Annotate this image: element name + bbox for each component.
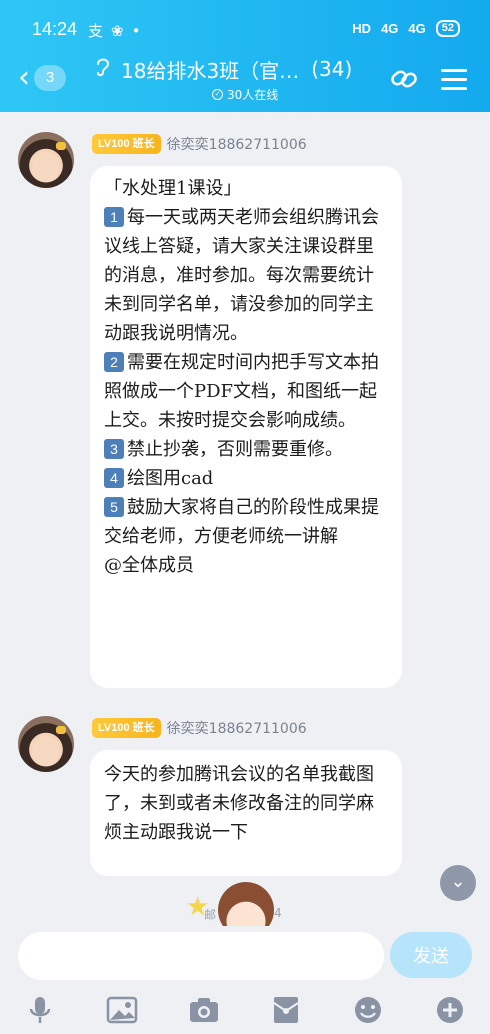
alipay-icon: 支 <box>88 22 104 40</box>
online-check-icon: ✓ <box>212 89 223 100</box>
online-text: 30人在线 <box>227 88 279 102</box>
paragraph-text: 禁止抄袭，否则需要重修。 <box>127 439 343 460</box>
microphone-icon <box>29 997 51 1023</box>
chat-title-row[interactable]: 18给排水3班（官… (34) <box>95 56 353 83</box>
mention-all[interactable]: @全体成员 <box>104 551 390 580</box>
message-bubble[interactable]: 今天的参加腾讯会议的名单我截图了，未到或者未修改备注的同学麻烦主动跟我说一下 <box>90 750 402 876</box>
image-icon <box>106 996 138 1024</box>
plus-icon <box>437 997 463 1023</box>
input-toolbar <box>0 986 490 1034</box>
notification-icons: 支 ❀ • <box>88 20 140 41</box>
sender-line: LV100 班长 徐奕奕18862711006 <box>92 134 307 154</box>
number-4-icon: 4 <box>104 468 124 488</box>
paragraph-text: 需要在规定时间内把手写文本拍照做成一个PDF文档，和图纸一起上交。未按时提交会影… <box>104 352 379 431</box>
scroll-to-bottom-button[interactable]: ⌄ <box>440 865 476 901</box>
chevron-down-icon: ⌄ <box>450 871 466 892</box>
message-paragraph: 4 绘图用cad <box>104 464 390 493</box>
sender-name[interactable]: 徐奕奕18862711006 <box>167 718 307 738</box>
red-packet-button[interactable] <box>268 992 304 1028</box>
avatar-bow <box>56 142 66 150</box>
send-button[interactable]: 发送 <box>390 932 472 978</box>
more-button[interactable] <box>432 992 468 1028</box>
chat-title: 18给排水3班（官… <box>121 58 300 83</box>
unread-count: 3 <box>34 65 66 91</box>
paragraph-text: 绘图用cad <box>127 468 214 489</box>
sticker-preview: ★ 邮 4 <box>186 880 296 938</box>
signal-icon-1: 4G <box>381 21 399 36</box>
menu-icon-line <box>441 68 467 72</box>
menu-icon-line <box>441 77 467 81</box>
message-paragraph: 1 每一天或两天老师会组织腾讯会议线上答疑，请大家关注课设群里的消息，准时参加。每… <box>104 203 390 348</box>
sender-name[interactable]: 徐奕奕18862711006 <box>167 134 307 154</box>
voice-button[interactable] <box>22 992 58 1028</box>
wechat-icon: ❀ <box>111 21 124 40</box>
paragraph-text: 鼓励大家将自己的阶段性成果提交给老师，方便老师统一讲解 <box>104 497 379 547</box>
emoji-icon <box>355 997 381 1023</box>
link-icon <box>391 70 417 88</box>
input-row: 发送 <box>0 926 490 986</box>
number-2-icon: 2 <box>104 352 124 372</box>
message-input[interactable] <box>18 932 384 980</box>
camera-icon <box>190 998 218 1022</box>
avatar-bow <box>56 726 66 734</box>
message-paragraph: 「水处理1课设」 <box>104 178 242 199</box>
online-status: ✓ 30人在线 <box>212 86 278 103</box>
number-1-icon: 1 <box>104 207 124 227</box>
paragraph-text: 每一天或两天老师会组织腾讯会议线上答疑，请大家关注课设群里的消息，准时参加。每次… <box>104 207 379 344</box>
red-packet-icon <box>273 997 299 1023</box>
status-bar: 14:24 支 ❀ • HD 4G 4G 52 <box>0 0 490 56</box>
avatar-face <box>32 152 60 182</box>
hd-indicator: HD <box>352 21 372 36</box>
member-count: (34) <box>311 57 353 81</box>
back-button[interactable]: ‹ 3 <box>18 63 78 93</box>
emoji-button[interactable] <box>350 992 386 1028</box>
dot-icon: • <box>131 21 141 40</box>
sender-avatar[interactable] <box>18 132 74 188</box>
status-time: 14:24 <box>32 19 78 39</box>
sticker-tag-left: 邮 <box>204 908 217 922</box>
message-bubble[interactable]: 「水处理1课设」 1 每一天或两天老师会组织腾讯会议线上答疑，请大家关注课设群里的… <box>90 166 402 688</box>
sender-line: LV100 班长 徐奕奕18862711006 <box>92 718 307 738</box>
message-text: 今天的参加腾讯会议的名单我截图了，未到或者未修改备注的同学麻烦主动跟我说一下 <box>104 764 374 843</box>
number-3-icon: 3 <box>104 439 124 459</box>
camera-button[interactable] <box>186 992 222 1028</box>
chat-header: 14:24 支 ❀ • HD 4G 4G 52 ‹ 3 18给排水3班（官… (… <box>0 0 490 112</box>
menu-icon-line <box>441 86 467 90</box>
sender-avatar[interactable] <box>18 716 74 772</box>
avatar-face <box>32 736 60 766</box>
chevron-left-icon: ‹ <box>18 60 30 95</box>
system-indicators: HD 4G 4G 52 <box>352 20 460 37</box>
message-paragraph: 5 鼓励大家将自己的阶段性成果提交给老师，方便老师统一讲解 <box>104 493 390 551</box>
message-paragraph: 2 需要在规定时间内把手写文本拍照做成一个PDF文档，和图纸一起上交。未按时提交会… <box>104 348 390 435</box>
level-badge: LV100 班长 <box>92 718 161 738</box>
sticker-tag-right: 4 <box>274 906 282 920</box>
ear-icon <box>95 56 111 83</box>
image-button[interactable] <box>104 992 140 1028</box>
battery-icon: 52 <box>435 20 460 37</box>
level-badge: LV100 班长 <box>92 134 161 154</box>
group-link-button[interactable] <box>388 64 420 94</box>
menu-button[interactable] <box>438 64 470 94</box>
message-paragraph: 3 禁止抄袭，否则需要重修。 <box>104 435 390 464</box>
signal-icon-2: 4G <box>408 21 426 36</box>
number-5-icon: 5 <box>104 497 124 517</box>
